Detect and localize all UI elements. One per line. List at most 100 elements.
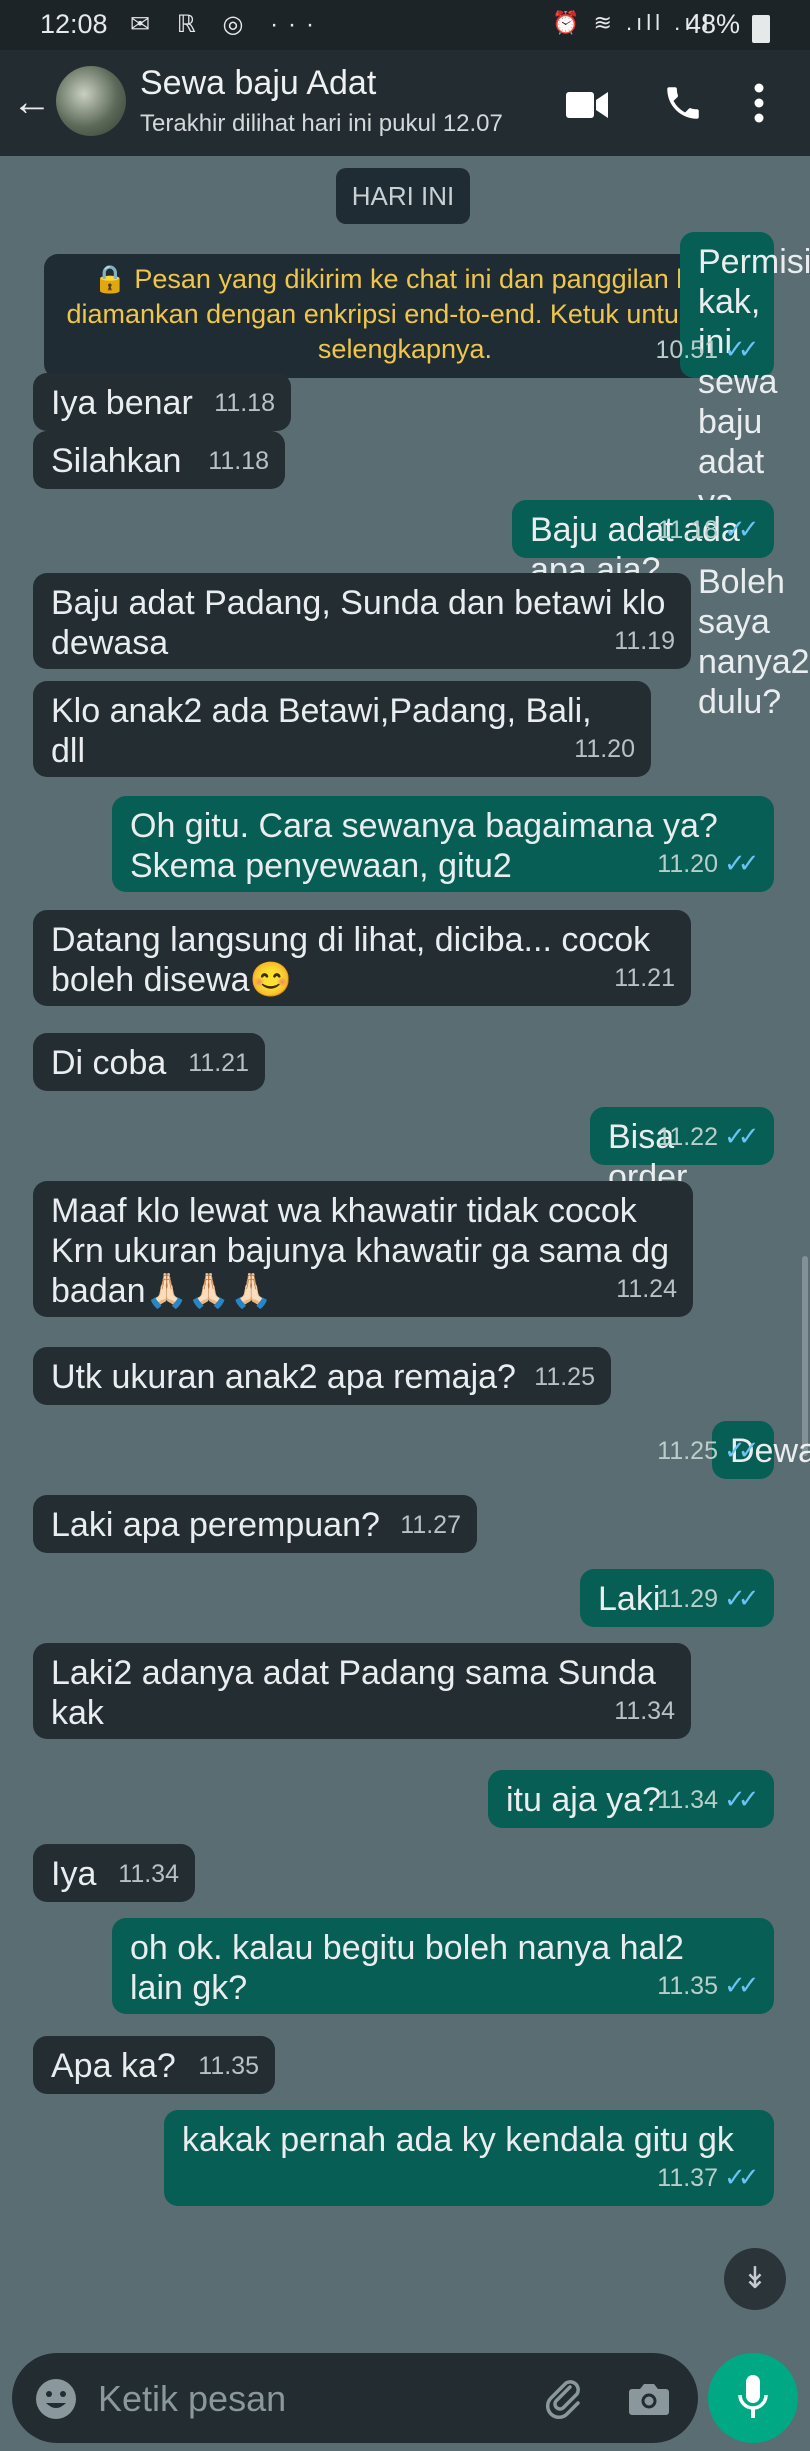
message-time: 11.25 bbox=[657, 1437, 718, 1465]
outgoing-message[interactable]: oh ok. kalau begitu boleh nanya hal2 lai… bbox=[112, 1918, 774, 2014]
message-meta: 11.34 ✓✓ bbox=[657, 1779, 760, 1820]
outgoing-message[interactable]: Oh gitu. Cara sewanya bagaimana ya? Skem… bbox=[112, 796, 774, 892]
message-list[interactable]: HARI INI 🔒 Pesan yang dikirim ke chat in… bbox=[0, 156, 810, 2345]
message-meta: 11.18 bbox=[214, 383, 275, 423]
notification-icons: ✉ ℝ ◎ ··· bbox=[130, 11, 325, 38]
message-meta: 11.22 ✓✓ bbox=[657, 1116, 760, 1157]
message-meta: 11.24 bbox=[616, 1269, 677, 1309]
phone-icon[interactable] bbox=[662, 82, 704, 124]
scrollbar[interactable] bbox=[802, 1256, 808, 1456]
message-text: Utk ukuran anak2 apa remaja? bbox=[51, 1358, 516, 1396]
message-meta: 11.19 bbox=[614, 621, 675, 661]
message-text: kakak pernah ada ky kendala gitu gk bbox=[182, 2121, 734, 2159]
read-receipt-icon: ✓✓ bbox=[724, 2162, 760, 2192]
read-receipt-icon: ✓✓ bbox=[724, 848, 760, 878]
message-meta: 11.35 bbox=[198, 2046, 259, 2086]
composer bbox=[0, 2345, 810, 2451]
message-time: 11.37 bbox=[657, 2164, 718, 2192]
message-text: Permisi kak, ini sewa baju adat ya kak? … bbox=[698, 243, 810, 721]
message-text: Baju adat Padang, Sunda dan betawi klo d… bbox=[51, 584, 666, 662]
chat-header: ← Sewa baju Adat Terakhir dilihat hari i… bbox=[0, 50, 810, 156]
outgoing-message[interactable]: Baju adat ada apa aja? 11.18 ✓✓ bbox=[512, 500, 774, 589]
status-bar: 12:08 ✉ ℝ ◎ ··· ⏰ ≋ .ıll .ıll 48% bbox=[0, 0, 810, 50]
message-time: 11.25 bbox=[534, 1363, 595, 1391]
mic-button[interactable] bbox=[708, 2353, 798, 2443]
message-time: 11.21 bbox=[188, 1049, 249, 1077]
message-meta: 11.37 ✓✓ bbox=[657, 2157, 760, 2198]
avatar[interactable] bbox=[56, 66, 126, 136]
message-time: 11.18 bbox=[208, 447, 269, 475]
message-meta: 11.21 bbox=[614, 958, 675, 998]
message-meta: 11.18 bbox=[208, 441, 269, 481]
message-time: 11.20 bbox=[657, 850, 718, 878]
message-time: 11.35 bbox=[198, 2052, 259, 2080]
incoming-message[interactable]: Laki2 adanya adat Padang sama Sunda kak 1… bbox=[33, 1643, 691, 1739]
message-meta: 11.20 ✓✓ bbox=[657, 843, 760, 884]
message-time: 11.34 bbox=[118, 1860, 179, 1888]
message-text: Maaf klo lewat wa khawatir tidak cocok K… bbox=[51, 1192, 670, 1310]
message-meta: 11.25 bbox=[534, 1357, 595, 1397]
message-time: 11.19 bbox=[614, 627, 675, 655]
message-text: Datang langsung di lihat, diciba... coco… bbox=[51, 921, 651, 999]
message-input[interactable] bbox=[96, 2353, 530, 2445]
read-receipt-icon: ✓✓ bbox=[724, 1970, 760, 2000]
outgoing-message[interactable]: kakak pernah ada ky kendala gitu gk 11.37… bbox=[164, 2110, 774, 2206]
outgoing-message[interactable]: itu aja ya? 11.34 ✓✓ bbox=[488, 1770, 774, 1828]
message-time: 11.24 bbox=[616, 1275, 677, 1303]
outgoing-message[interactable]: Bisa order lewat WA?11.22✓✓ bbox=[590, 1107, 774, 1276]
read-receipt-icon: ✓✓ bbox=[724, 334, 760, 364]
incoming-message[interactable]: Iya benar 11.18 bbox=[33, 373, 291, 431]
message-meta: 10.51 ✓✓ bbox=[655, 329, 760, 370]
message-meta: 11.34 bbox=[118, 1854, 179, 1894]
message-time: 11.27 bbox=[400, 1511, 461, 1539]
read-receipt-icon: ✓✓ bbox=[724, 1583, 760, 1613]
attach-icon[interactable] bbox=[540, 2375, 586, 2421]
incoming-message[interactable]: Datang langsung di lihat, diciba... coco… bbox=[33, 910, 691, 1006]
message-time: 11.34 bbox=[657, 1786, 718, 1814]
date-divider: HARI INI bbox=[336, 168, 470, 224]
message-time: 11.35 bbox=[657, 1972, 718, 2000]
message-meta: 11.35 ✓✓ bbox=[657, 1965, 760, 2006]
message-time: 11.18 bbox=[214, 389, 275, 417]
video-call-icon[interactable] bbox=[566, 90, 608, 120]
message-meta: 11.34 bbox=[614, 1691, 675, 1731]
incoming-message[interactable]: Baju adat Padang, Sunda dan betawi klo d… bbox=[33, 573, 691, 669]
message-meta: 11.25 ✓✓ bbox=[657, 1430, 760, 1471]
message-time: 11.20 bbox=[574, 735, 635, 763]
read-receipt-icon: ✓✓ bbox=[724, 514, 760, 544]
incoming-message[interactable]: Maaf klo lewat wa khawatir tidak cocok K… bbox=[33, 1181, 693, 1317]
incoming-message[interactable]: Di coba 11.21 bbox=[33, 1033, 265, 1091]
outgoing-message[interactable]: Permisi kak, ini sewa baju adat ya kak? … bbox=[655, 232, 810, 721]
message-meta: 11.20 bbox=[574, 729, 635, 769]
message-meta: 11.27 bbox=[400, 1505, 461, 1545]
message-meta: 11.18 ✓✓ bbox=[657, 509, 760, 550]
contact-name[interactable]: Sewa baju Adat bbox=[140, 64, 376, 103]
incoming-message[interactable]: Utk ukuran anak2 apa remaja? 11.25 bbox=[33, 1347, 611, 1405]
incoming-message[interactable]: Apa ka? 11.35 bbox=[33, 2036, 275, 2094]
message-time: 11.22 bbox=[657, 1123, 718, 1151]
message-meta: 11.21 bbox=[188, 1043, 249, 1083]
emoji-icon[interactable] bbox=[34, 2377, 78, 2421]
chevron-double-down-icon: ↡ bbox=[742, 2262, 768, 2295]
mic-icon bbox=[738, 2375, 768, 2418]
battery-level: 48% bbox=[686, 9, 741, 39]
message-time: 11.29 bbox=[657, 1585, 718, 1613]
back-arrow-icon[interactable]: ← bbox=[12, 80, 52, 125]
read-receipt-icon: ✓✓ bbox=[724, 1435, 760, 1465]
incoming-message[interactable]: Klo anak2 ada Betawi,Padang, Bali, dll 11… bbox=[33, 681, 651, 777]
camera-icon[interactable] bbox=[626, 2375, 672, 2421]
incoming-message[interactable]: Silahkan 11.18 bbox=[33, 431, 285, 489]
last-seen-status[interactable]: Terakhir dilihat hari ini pukul 12.07 bbox=[140, 110, 503, 138]
message-time: 11.18 bbox=[657, 516, 718, 544]
message-time: 11.21 bbox=[614, 964, 675, 992]
scroll-to-bottom-button[interactable]: ↡ bbox=[724, 2248, 786, 2310]
message-input-pill bbox=[12, 2353, 698, 2445]
read-receipt-icon: ✓✓ bbox=[724, 1784, 760, 1814]
outgoing-message[interactable]: Dewasa11.25✓✓ bbox=[657, 1421, 810, 1479]
incoming-message[interactable]: Laki apa perempuan? 11.27 bbox=[33, 1495, 477, 1553]
more-vert-icon[interactable] bbox=[752, 82, 766, 124]
incoming-message[interactable]: Iya 11.34 bbox=[33, 1844, 195, 1902]
message-text: Klo anak2 ada Betawi,Padang, Bali, dll bbox=[51, 692, 602, 770]
message-meta: 11.29 ✓✓ bbox=[657, 1578, 760, 1619]
outgoing-message[interactable]: Laki 11.29 ✓✓ bbox=[580, 1569, 774, 1627]
